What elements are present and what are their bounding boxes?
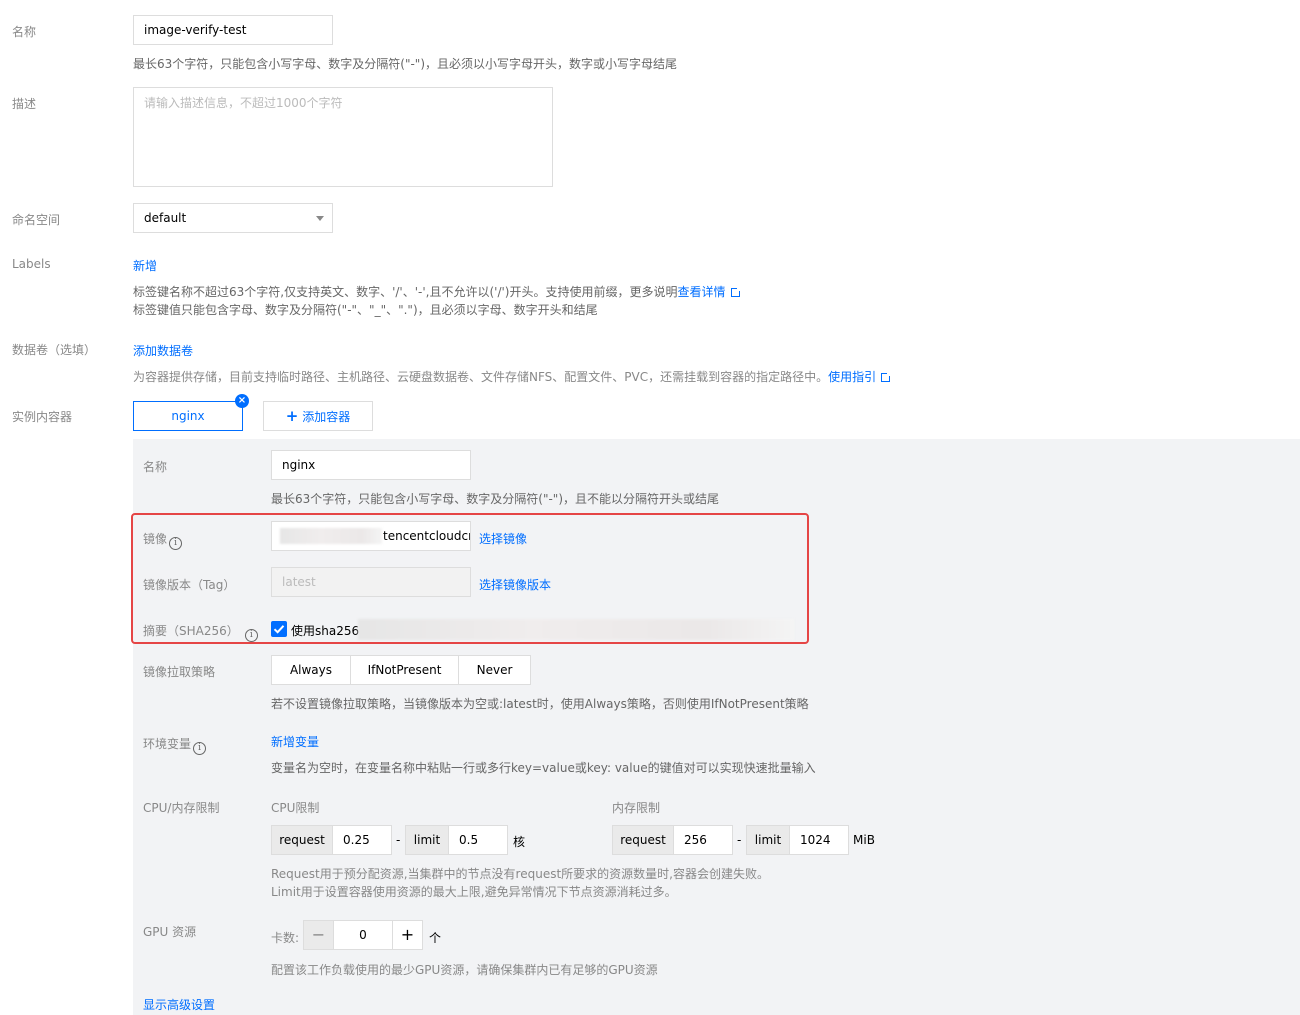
mem-limit-input[interactable]: 1024 xyxy=(789,825,849,855)
cpu-dash: - xyxy=(396,833,401,847)
pull-always-button[interactable]: Always xyxy=(271,655,351,685)
digest-label: 摘要（SHA256） i xyxy=(143,622,258,642)
namespace-value: default xyxy=(144,211,187,225)
checkmark-icon xyxy=(273,625,285,634)
info-icon[interactable]: i xyxy=(244,629,258,642)
cpu-limit-title: CPU限制 xyxy=(271,801,320,815)
labels-add-link[interactable]: 新增 xyxy=(133,257,157,274)
gpu-count-input[interactable]: 0 xyxy=(333,920,393,950)
labels-label: Labels xyxy=(12,257,51,271)
sha256-checkbox-label: 使用sha256: xyxy=(291,624,364,638)
pull-never-button[interactable]: Never xyxy=(458,655,531,685)
container-name-hint: 最长63个字符，只能包含小写字母、数字及分隔符("-")，且不能以分隔符开头或结… xyxy=(271,492,720,506)
image-value: tencentcloudcr xyxy=(383,529,471,543)
name-label: 名称 xyxy=(12,25,37,39)
namespace-select[interactable]: default xyxy=(133,203,333,233)
image-label: 镜像 i xyxy=(143,530,183,550)
name-input[interactable]: image-verify-test xyxy=(133,15,333,45)
usage-guide-link[interactable]: 使用指引 xyxy=(828,370,876,384)
mem-request-input[interactable]: 256 xyxy=(673,825,733,855)
container-name-input[interactable]: nginx xyxy=(271,450,471,480)
cpu-unit: 核 xyxy=(513,835,526,849)
namespace-label: 命名空间 xyxy=(12,213,61,227)
desc-textarea[interactable]: 请输入描述信息，不超过1000个字符 xyxy=(133,87,553,187)
cpu-request-addon: request xyxy=(271,825,333,855)
mem-unit: MiB xyxy=(853,833,875,847)
containers-label: 实例内容器 xyxy=(12,410,73,424)
redacted-blur xyxy=(358,619,794,640)
pull-policy-label: 镜像拉取策略 xyxy=(143,665,216,679)
redacted-blur xyxy=(280,528,382,544)
desc-label: 描述 xyxy=(12,97,37,111)
tag-label: 镜像版本（Tag） xyxy=(143,578,236,592)
container-tab-nginx[interactable]: nginx xyxy=(133,401,243,431)
env-label: 环境变量 i xyxy=(143,735,207,755)
add-volume-link[interactable]: 添加数据卷 xyxy=(133,342,193,359)
cpu-limit-addon: limit xyxy=(405,825,449,855)
external-link-icon xyxy=(881,371,893,382)
gpu-minus-button[interactable]: − xyxy=(303,920,334,950)
env-hint: 变量名为空时，在变量名称中粘贴一行或多行key=value或key: value… xyxy=(271,761,816,775)
pull-ifnotpresent-button[interactable]: IfNotPresent xyxy=(350,655,459,685)
advanced-settings-link[interactable]: 显示高级设置 xyxy=(143,996,215,1013)
plus-icon: + xyxy=(285,407,299,425)
mem-limit-title: 内存限制 xyxy=(612,801,661,815)
volumes-label: 数据卷（选填） xyxy=(12,343,97,357)
volumes-hint: 为容器提供存储，目前支持临时路径、主机路径、云硬盘数据卷、文件存储NFS、配置文… xyxy=(133,368,893,385)
labels-hint-1: 标签键名称不超过63个字符,仅支持英文、数字、'/'、'-',且不允许以('/'… xyxy=(133,283,742,300)
info-icon[interactable]: i xyxy=(169,537,183,550)
mem-request-addon: request xyxy=(612,825,674,855)
mem-limit-addon: limit xyxy=(746,825,790,855)
select-image-link[interactable]: 选择镜像 xyxy=(479,530,527,547)
resource-hint-2: Limit用于设置容器使用资源的最大上限,避免异常情况下节点资源消耗过多。 xyxy=(271,885,677,899)
chevron-down-icon xyxy=(316,216,324,221)
info-icon[interactable]: i xyxy=(193,742,207,755)
labels-hint-2: 标签键值只能包含字母、数字及分隔符("-"、"_"、".")，且必须以字母、数字… xyxy=(133,303,598,317)
cpu-limit-input[interactable]: 0.5 xyxy=(448,825,508,855)
resource-hint-1: Request用于预分配资源,当集群中的节点没有request所要求的资源数量时… xyxy=(271,867,769,881)
add-env-link[interactable]: 新增变量 xyxy=(271,733,319,750)
gpu-plus-button[interactable]: + xyxy=(392,920,423,950)
container-name-label: 名称 xyxy=(143,460,168,474)
add-container-button[interactable]: + 添加容器 xyxy=(263,401,373,431)
cpu-request-input[interactable]: 0.25 xyxy=(332,825,392,855)
select-tag-link[interactable]: 选择镜像版本 xyxy=(479,576,551,593)
tag-input[interactable]: latest xyxy=(271,567,471,597)
cpu-mem-label: CPU/内存限制 xyxy=(143,801,220,815)
labels-details-link[interactable]: 查看详情 xyxy=(677,285,725,299)
pull-policy-hint: 若不设置镜像拉取策略，当镜像版本为空或:latest时，使用Always策略，否… xyxy=(271,697,809,711)
close-icon[interactable]: × xyxy=(235,394,249,408)
gpu-unit: 个 xyxy=(429,931,442,945)
gpu-label: GPU 资源 xyxy=(143,925,197,939)
image-input[interactable]: tencentcloudcr xyxy=(271,521,471,551)
gpu-hint: 配置该工作负载使用的最少GPU资源，请确保集群内已有足够的GPU资源 xyxy=(271,963,658,977)
gpu-count-label: 卡数: xyxy=(271,931,300,945)
mem-dash: - xyxy=(737,833,742,847)
external-link-icon xyxy=(730,286,742,297)
sha256-checkbox[interactable] xyxy=(271,621,287,637)
name-hint: 最长63个字符，只能包含小写字母、数字及分隔符("-")，且必须以小写字母开头，… xyxy=(133,57,678,71)
